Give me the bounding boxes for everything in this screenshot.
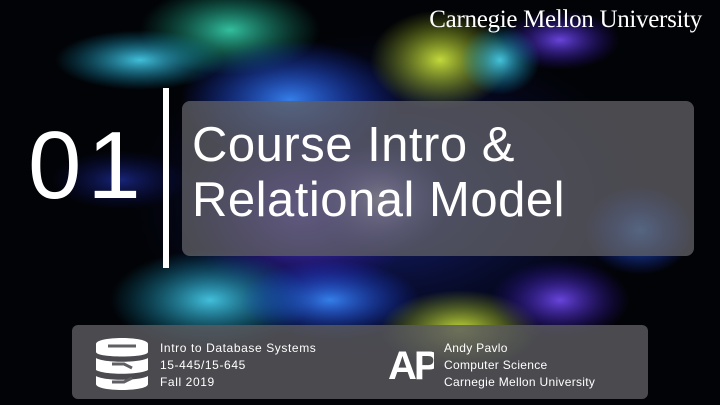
lecture-number: 01 [28,112,147,219]
course-name: Intro to Database Systems [160,341,317,355]
ap-logo-icon: AP [388,344,434,383]
author-name: Andy Pavlo [444,341,508,355]
course-term: Fall 2019 [160,375,215,389]
lecture-title-line-2: Relational Model [192,173,565,227]
footer-panel: Intro to Database Systems 15-445/15-645 … [72,325,648,399]
title-slide: Carnegie Mellon University 01 Course Int… [0,0,720,405]
vertical-divider [163,88,169,268]
author-info: Andy Pavlo Computer Science Carnegie Mel… [444,340,595,391]
course-code: 15-445/15-645 [160,358,246,372]
svg-text:AP: AP [388,344,434,383]
author-university: Carnegie Mellon University [444,375,596,389]
author-department: Computer Science [444,358,548,372]
title-panel: Course Intro & Relational Model [182,101,694,256]
database-icon [96,338,148,390]
lecture-title-line-1: Course Intro & [192,118,515,172]
university-logo: Carnegie Mellon University [429,6,702,33]
course-info: Intro to Database Systems 15-445/15-645 … [160,340,316,391]
